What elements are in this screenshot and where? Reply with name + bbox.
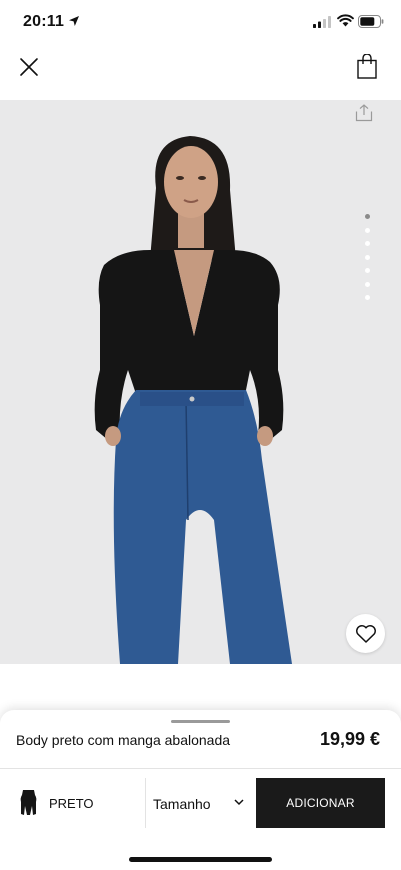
gallery-pagination <box>365 214 371 309</box>
home-indicator[interactable] <box>129 857 272 862</box>
gallery-dot[interactable] <box>365 268 370 273</box>
gallery-dot-active[interactable] <box>365 214 370 219</box>
gallery-dot[interactable] <box>365 241 370 246</box>
shopping-bag-icon <box>357 53 377 79</box>
favorite-button[interactable] <box>346 614 385 653</box>
top-navigation <box>0 44 401 100</box>
gallery-dot[interactable] <box>365 295 370 300</box>
gallery-dot[interactable] <box>365 227 370 233</box>
cellular-signal-icon <box>313 16 331 28</box>
status-bar: 20:11 <box>0 0 401 44</box>
close-icon <box>20 58 38 76</box>
product-bottom-sheet: Body preto com manga abalonada 19,99 € P… <box>0 710 401 870</box>
share-button[interactable] <box>351 100 377 126</box>
sheet-drag-handle[interactable] <box>171 720 230 723</box>
shopping-bag-button[interactable] <box>350 48 384 84</box>
gallery-dot[interactable] <box>365 281 370 287</box>
size-dropdown[interactable]: Tamanho <box>146 769 256 828</box>
product-image[interactable] <box>0 100 401 664</box>
chevron-down-icon <box>234 799 244 806</box>
product-name: Body preto com manga abalonada <box>16 732 231 748</box>
location-arrow-icon <box>69 16 79 26</box>
close-button[interactable] <box>12 50 46 84</box>
add-to-cart-button[interactable]: ADICIONAR <box>256 778 385 828</box>
color-selector[interactable]: PRETO <box>0 769 145 828</box>
color-label: PRETO <box>49 796 94 811</box>
size-label: Tamanho <box>153 796 211 812</box>
wifi-icon <box>337 14 354 27</box>
add-button-label: ADICIONAR <box>286 796 355 810</box>
share-icon <box>355 104 373 122</box>
status-time: 20:11 <box>23 13 65 30</box>
heart-icon <box>355 624 376 643</box>
battery-icon <box>358 15 384 28</box>
garment-swatch-icon <box>20 790 37 815</box>
gallery-dot[interactable] <box>365 254 370 260</box>
model-photo <box>0 100 401 664</box>
product-price: 19,99 € <box>319 729 380 749</box>
